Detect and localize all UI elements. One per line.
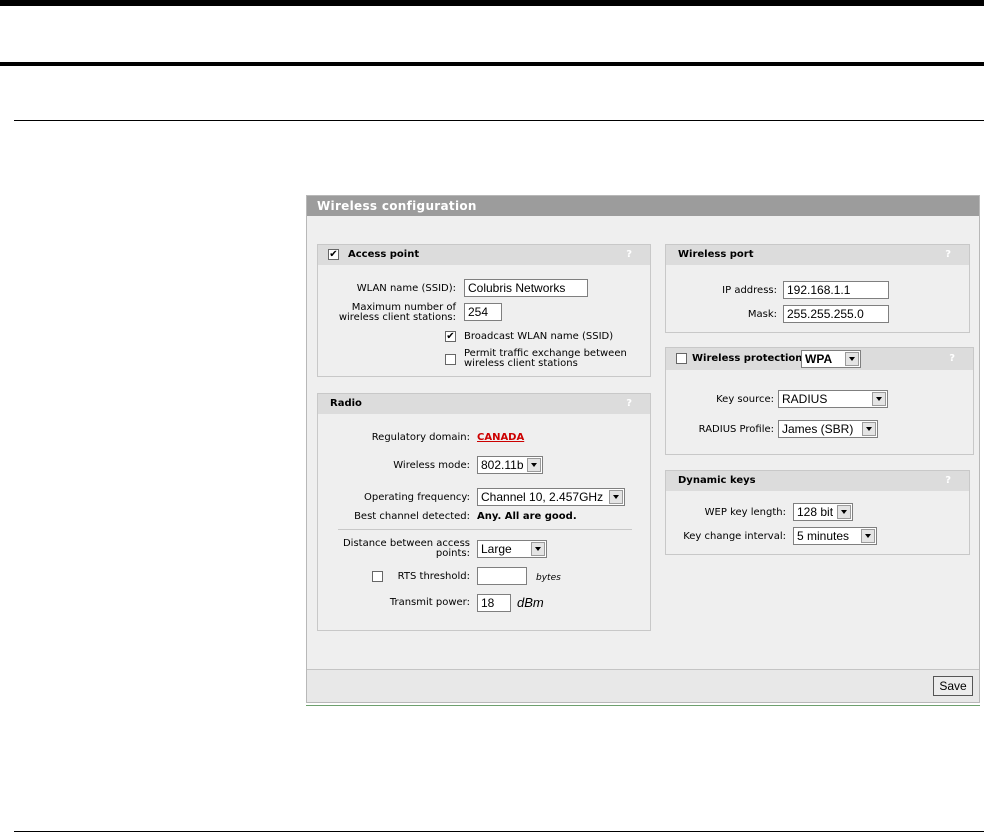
regulatory-domain-link[interactable]: CANADA xyxy=(477,432,524,443)
rts-threshold-label: RTS threshold: xyxy=(397,571,470,582)
mask-input[interactable]: 255.255.255.0 xyxy=(783,305,889,323)
wireless-port-box: Wireless port ? IP address: 192.168.1.1 … xyxy=(665,244,970,333)
panel-body: ✔ Access point ? WLAN name (SSID): Colub… xyxy=(307,216,979,671)
footer-rule xyxy=(14,831,984,832)
rts-threshold-input[interactable] xyxy=(477,567,527,585)
access-point-title: Access point xyxy=(348,249,420,260)
ssid-input[interactable]: Colubris Networks xyxy=(464,279,588,297)
dynamic-keys-title: Dynamic keys xyxy=(678,475,756,486)
chevron-down-icon[interactable] xyxy=(872,392,886,406)
wep-key-length-select[interactable]: 128 bit xyxy=(793,503,853,521)
permit-traffic-checkbox[interactable] xyxy=(445,354,456,365)
radius-profile-label: RADIUS Profile: xyxy=(698,424,774,435)
wireless-protection-title: Wireless protection xyxy=(692,353,803,364)
distance-label: Distance between access points: xyxy=(343,539,470,559)
wireless-protection-checkbox[interactable] xyxy=(676,353,687,364)
best-channel-label: Best channel detected: xyxy=(354,511,470,522)
wireless-mode-select[interactable]: 802.11b xyxy=(477,456,543,474)
chevron-down-icon[interactable] xyxy=(837,505,851,519)
broadcast-ssid-checkbox[interactable]: ✔ xyxy=(445,331,456,342)
key-source-value: RADIUS xyxy=(782,392,828,406)
access-point-header: ✔ Access point ? xyxy=(318,245,650,265)
key-change-interval-label: Key change interval: xyxy=(683,531,786,542)
wireless-mode-value: 802.11b xyxy=(481,458,524,472)
distance-value: Large xyxy=(481,542,512,556)
help-icon[interactable]: ? xyxy=(626,245,632,265)
distance-select[interactable]: Large xyxy=(477,540,547,558)
top-rule xyxy=(0,0,984,6)
rts-threshold-checkbox[interactable] xyxy=(372,571,383,582)
ip-address-label: IP address: xyxy=(722,285,777,296)
permit-traffic-label-line2: wireless client stations xyxy=(464,358,578,369)
transmit-power-input[interactable]: 18 xyxy=(477,594,511,612)
check-mark-icon: ✔ xyxy=(329,249,338,260)
check-mark-icon: ✔ xyxy=(446,331,455,342)
distance-label-line2: points: xyxy=(435,548,470,559)
key-change-interval-select[interactable]: 5 minutes xyxy=(793,527,877,545)
rts-unit: bytes xyxy=(536,573,561,583)
key-change-interval-value: 5 minutes xyxy=(797,529,850,543)
chevron-down-icon[interactable] xyxy=(845,352,859,366)
chevron-down-icon[interactable] xyxy=(531,542,545,556)
radio-header: Radio ? xyxy=(318,394,650,414)
ssid-label: WLAN name (SSID): xyxy=(356,283,456,294)
wireless-configuration-panel: Wireless configuration ✔ Access point ? … xyxy=(306,195,980,703)
wep-key-length-label: WEP key length: xyxy=(704,507,786,518)
radius-profile-value: James (SBR) xyxy=(782,422,854,436)
panel-title: Wireless configuration xyxy=(307,196,979,216)
permit-traffic-label: Permit traffic exchange between wireless… xyxy=(464,349,627,369)
wireless-protection-header: Wireless protection WPA ? xyxy=(666,348,973,370)
mask-label: Mask: xyxy=(747,309,777,320)
panel-bottom-line xyxy=(306,705,980,706)
operating-frequency-select[interactable]: Channel 10, 2.457GHz xyxy=(477,488,625,506)
help-icon[interactable]: ? xyxy=(945,471,951,491)
ip-address-input[interactable]: 192.168.1.1 xyxy=(783,281,889,299)
wireless-port-title: Wireless port xyxy=(678,249,754,260)
chevron-down-icon[interactable] xyxy=(527,458,541,472)
dynamic-keys-header: Dynamic keys ? xyxy=(666,471,969,491)
protection-mode-value: WPA xyxy=(805,352,833,366)
dynamic-keys-box: Dynamic keys ? WEP key length: 128 bit K… xyxy=(665,470,970,555)
chevron-down-icon[interactable] xyxy=(609,490,623,504)
section-rule xyxy=(14,120,984,121)
max-clients-input[interactable]: 254 xyxy=(464,303,502,321)
key-source-label: Key source: xyxy=(716,394,774,405)
max-clients-label-line2: wireless client stations: xyxy=(338,312,456,323)
wep-key-length-value: 128 bit xyxy=(797,505,834,519)
radio-title: Radio xyxy=(330,398,362,409)
best-channel-value: Any. All are good. xyxy=(477,511,577,522)
header-rule xyxy=(0,62,984,66)
protection-mode-select[interactable]: WPA xyxy=(801,350,861,368)
wireless-protection-box: Wireless protection WPA ? Key source: RA… xyxy=(665,347,974,455)
help-icon[interactable]: ? xyxy=(949,348,955,370)
help-icon[interactable]: ? xyxy=(626,394,632,414)
wireless-port-header: Wireless port ? xyxy=(666,245,969,265)
access-point-box: ✔ Access point ? WLAN name (SSID): Colub… xyxy=(317,244,651,377)
transmit-power-label: Transmit power: xyxy=(389,597,470,608)
operating-frequency-label: Operating frequency: xyxy=(364,492,470,503)
power-unit: dBm xyxy=(517,595,544,610)
chevron-down-icon[interactable] xyxy=(862,422,876,436)
panel-footer: Save xyxy=(307,669,979,702)
operating-frequency-value: Channel 10, 2.457GHz xyxy=(481,490,604,504)
key-source-select[interactable]: RADIUS xyxy=(778,390,888,408)
regulatory-domain-label: Regulatory domain: xyxy=(371,432,470,443)
radio-box: Radio ? Regulatory domain: CANADA Wirele… xyxy=(317,393,651,631)
wireless-mode-label: Wireless mode: xyxy=(393,460,470,471)
max-clients-label: Maximum number of wireless client statio… xyxy=(339,303,456,323)
help-icon[interactable]: ? xyxy=(945,245,951,265)
access-point-checkbox[interactable]: ✔ xyxy=(328,249,339,260)
broadcast-ssid-label: Broadcast WLAN name (SSID) xyxy=(464,331,614,342)
radio-divider xyxy=(338,529,632,530)
save-button[interactable]: Save xyxy=(933,676,973,696)
chevron-down-icon[interactable] xyxy=(861,529,875,543)
radius-profile-select[interactable]: James (SBR) xyxy=(778,420,878,438)
